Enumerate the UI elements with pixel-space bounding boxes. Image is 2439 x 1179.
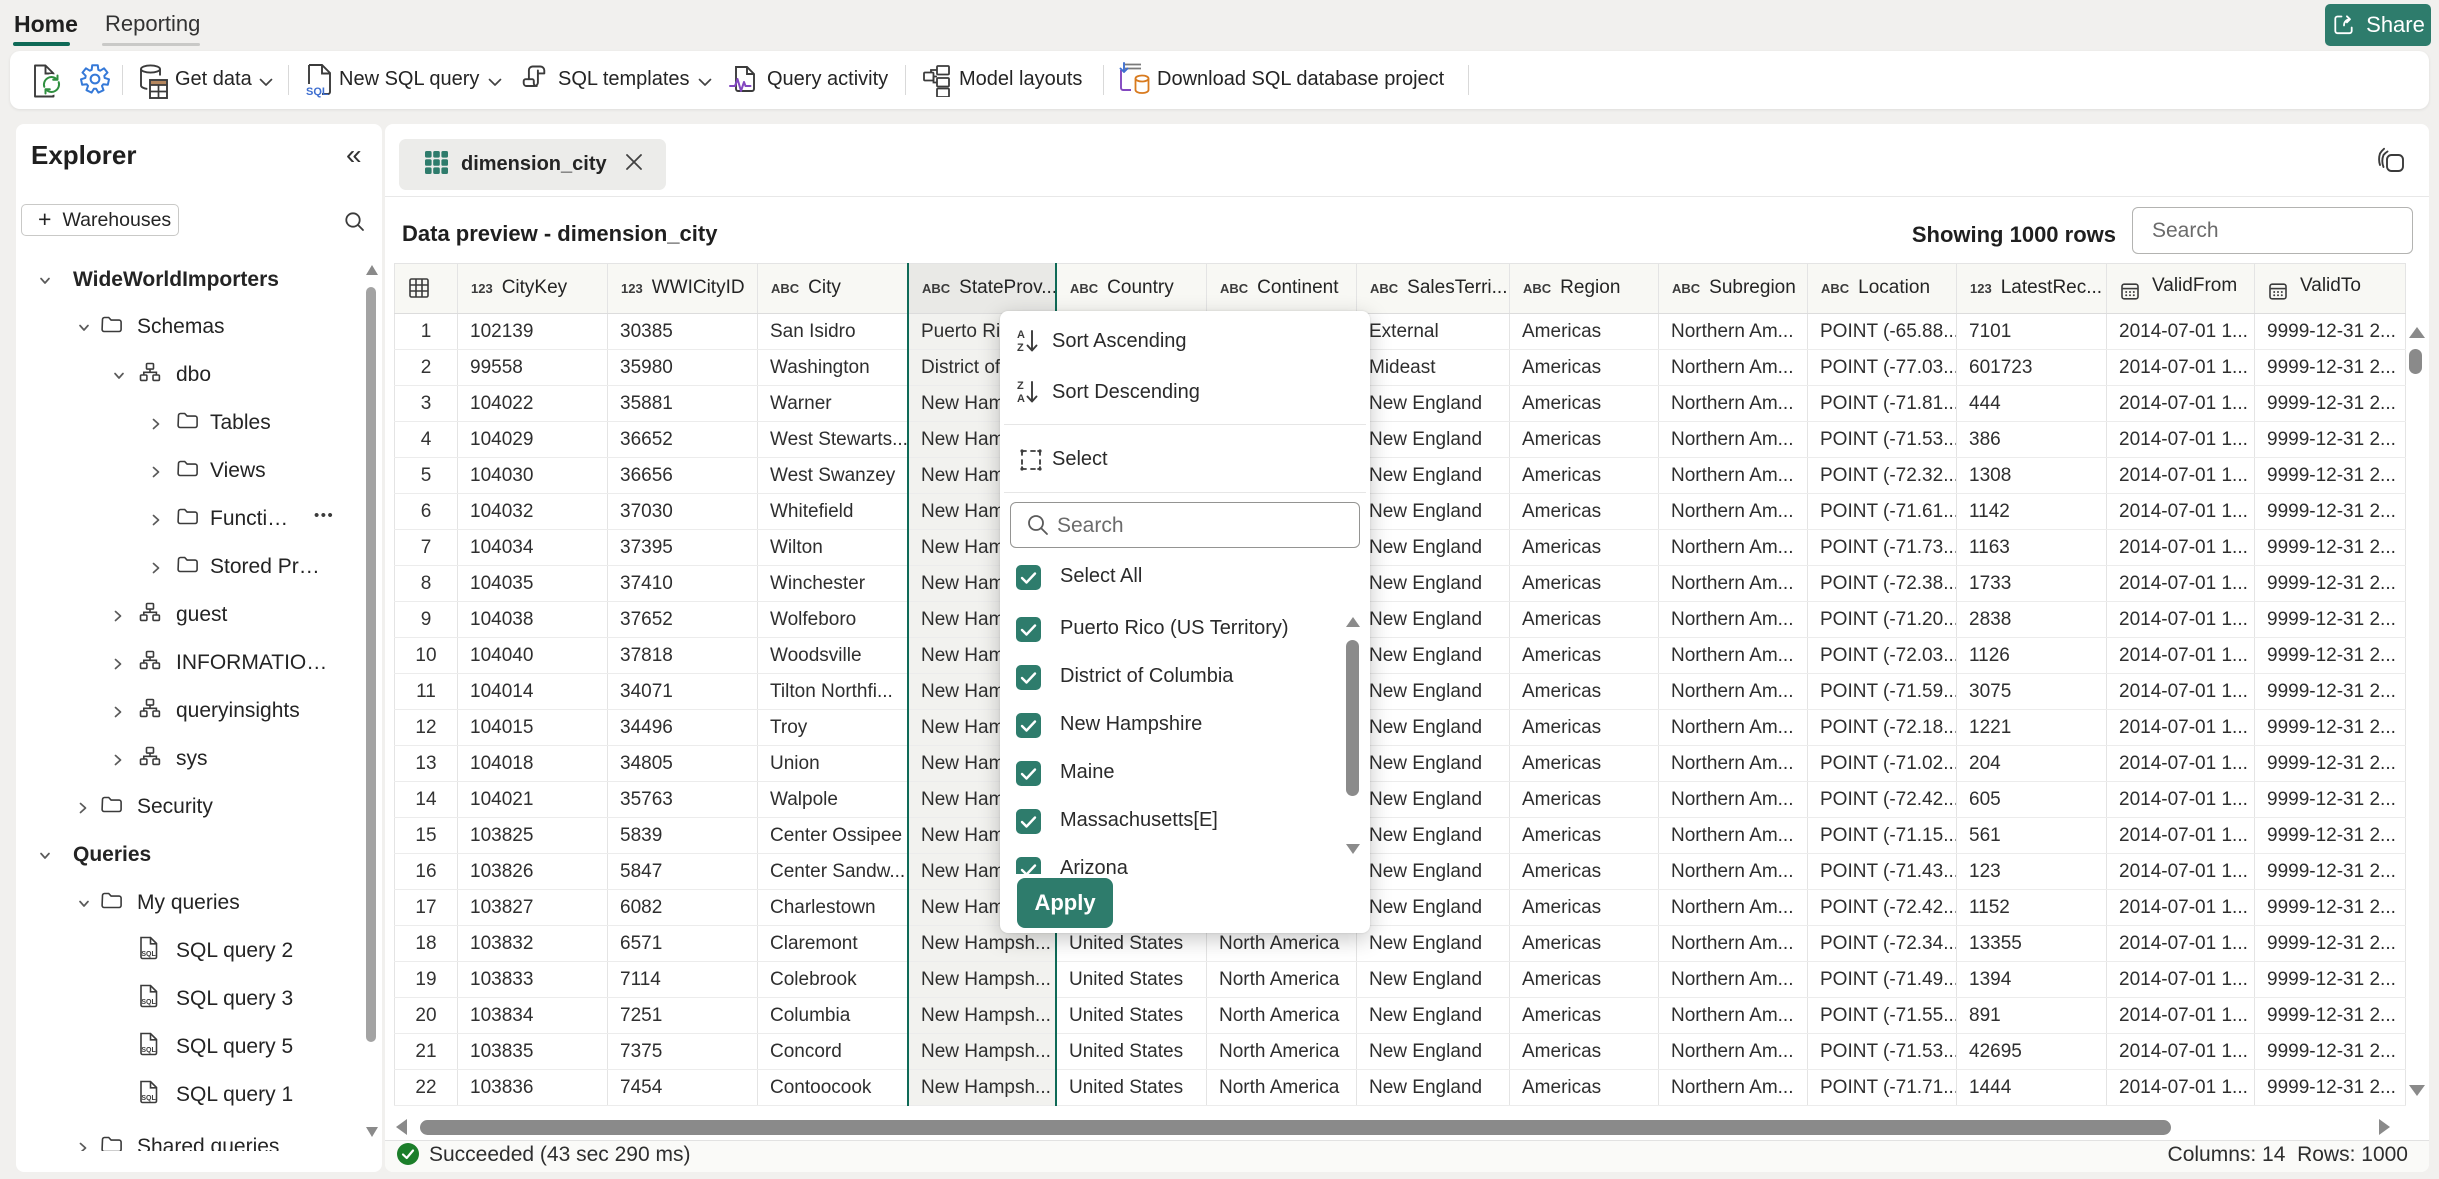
svg-text:SQL: SQL [141,999,156,1006]
svg-text:Z: Z [1017,380,1024,392]
svg-text:SQL: SQL [141,951,156,958]
svg-text:A: A [1017,329,1025,341]
svg-text:Z: Z [1017,342,1024,354]
svg-text:SQL: SQL [141,1047,156,1054]
svg-text:SQL: SQL [141,1095,156,1102]
svg-text:A: A [1017,393,1025,405]
svg-text:SQL: SQL [306,86,329,98]
